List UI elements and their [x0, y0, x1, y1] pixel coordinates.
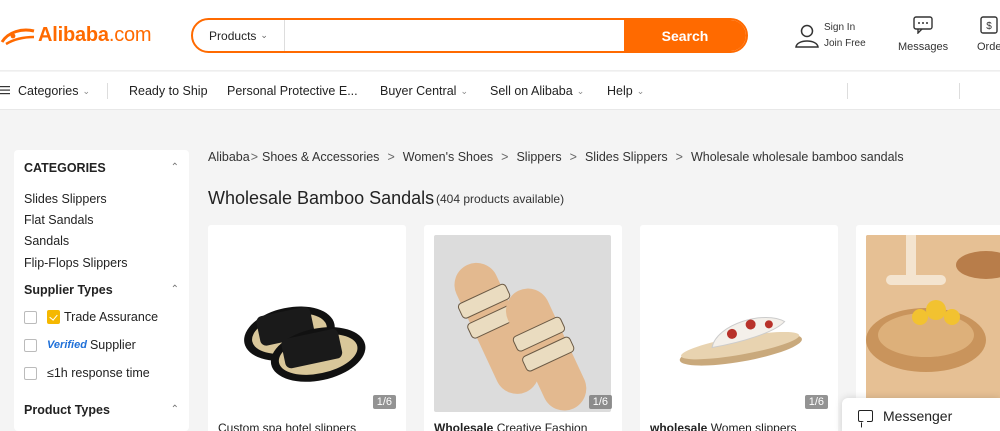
chat-icon — [858, 410, 873, 422]
join-free-label[interactable]: Join Free — [824, 36, 866, 52]
search-bar: Products ⌄ Search — [191, 18, 748, 53]
messages-label: Messages — [898, 41, 949, 53]
verified-supplier-label: Supplier — [89, 338, 136, 352]
product-title[interactable]: Custom spa hotel slippers — [218, 421, 356, 431]
breadcrumb-item[interactable]: Alibaba — [208, 150, 250, 164]
nav-categories-label: Categories — [18, 84, 79, 98]
category-sandals[interactable]: Sandals — [24, 234, 69, 248]
menu-icon — [0, 84, 10, 98]
nav-categories[interactable]: Categories ⌄ — [0, 72, 90, 110]
alibaba-logo-icon — [0, 22, 38, 48]
user-icon — [794, 22, 820, 51]
product-title[interactable]: Wholesale Creative Fashion — [434, 421, 587, 431]
messenger-label: Messenger — [883, 408, 953, 424]
breadcrumb: Alibaba > Shoes & Accessories > Women's Sh… — [208, 150, 904, 164]
chevron-down-icon: ⌄ — [636, 85, 645, 96]
product-types-heading: Product Types — [24, 403, 110, 417]
image-count-badge: 1/6 — [372, 395, 396, 409]
sign-in-link[interactable]: Sign In Join Free — [794, 20, 866, 52]
search-button[interactable]: Search — [624, 20, 746, 51]
svg-text:$: $ — [986, 21, 992, 32]
category-flat-sandals[interactable]: Flat Sandals — [24, 213, 93, 227]
search-category-select[interactable]: Products ⌄ — [193, 20, 285, 51]
filter-verified-supplier[interactable]: Verified Supplier — [24, 338, 136, 352]
nav-ppe[interactable]: Personal Protective E... — [227, 72, 358, 110]
chevron-up-icon[interactable]: ⌃ — [171, 162, 179, 173]
chevron-down-icon: ⌄ — [460, 85, 468, 96]
trade-assurance-label: Trade Assurance — [64, 310, 159, 324]
sign-in-label[interactable]: Sign In — [824, 20, 866, 36]
top-header: Alibaba.com Products ⌄ Search Sign In Joi… — [0, 0, 1000, 71]
checkbox[interactable] — [24, 338, 37, 352]
messenger-button[interactable]: Messenger — [842, 398, 1000, 431]
chevron-up-icon[interactable]: ⌃ — [171, 404, 179, 415]
product-card[interactable]: 1/6 Wholesale Creative Fashion — [424, 225, 622, 431]
orders-label: Orde — [977, 41, 1000, 53]
category-slides-slippers[interactable]: Slides Slippers — [24, 192, 107, 206]
product-count: (404 products available) — [436, 192, 565, 206]
nav-divider — [107, 83, 108, 99]
breadcrumb-item[interactable]: Slippers — [516, 150, 561, 164]
breadcrumb-item[interactable]: Slides Slippers — [585, 150, 668, 164]
product-image[interactable] — [866, 235, 1000, 412]
checkbox[interactable] — [24, 366, 37, 380]
product-image[interactable] — [218, 235, 395, 412]
orders-link[interactable]: $ Orde — [977, 16, 1000, 53]
breadcrumb-current: Wholesale wholesale bamboo sandals — [690, 150, 904, 164]
chevron-down-icon: ⌄ — [82, 85, 90, 96]
product-title[interactable]: wholesale Women slippers — [650, 421, 797, 431]
search-input[interactable] — [285, 20, 624, 51]
messages-icon — [913, 16, 933, 37]
logo-text: Alibaba.com — [38, 23, 152, 46]
chevron-down-icon: ⌄ — [260, 30, 268, 40]
image-count-badge: 1/6 — [588, 395, 612, 409]
nav-help[interactable]: Help ⌄ — [607, 72, 644, 110]
nav-ready-to-ship[interactable]: Ready to Ship — [129, 72, 208, 110]
product-card[interactable]: 1/6 Custom spa hotel slippers — [208, 225, 406, 431]
alibaba-logo[interactable]: Alibaba.com — [0, 20, 152, 50]
orders-icon: $ — [979, 16, 999, 37]
product-image[interactable] — [434, 235, 611, 412]
response-time-label: ≤1h response time — [47, 366, 150, 380]
categories-heading: CATEGORIES — [24, 161, 106, 175]
image-count-badge: 1/6 — [804, 395, 828, 409]
category-flip-flops[interactable]: Flip-Flops Slippers — [24, 256, 128, 270]
chevron-up-icon[interactable]: ⌃ — [171, 284, 179, 295]
filter-response-time[interactable]: ≤1h response time — [24, 366, 150, 380]
trade-assurance-icon — [47, 310, 60, 324]
messages-link[interactable]: Messages — [898, 16, 948, 53]
breadcrumb-item[interactable]: Shoes & Accessories — [262, 150, 379, 164]
product-image[interactable] — [650, 235, 827, 412]
category-nav: Categories ⌄ Ready to Ship Personal Prote… — [0, 72, 1000, 110]
product-card[interactable]: 1/6 wholesale Women slippers — [640, 225, 838, 431]
chevron-down-icon: ⌄ — [576, 85, 585, 96]
nav-divider — [847, 83, 848, 99]
supplier-types-heading: Supplier Types — [24, 283, 113, 297]
filter-sidebar: CATEGORIES ⌃ Slides Slippers Flat Sandal… — [14, 150, 189, 431]
page-title: Wholesale Bamboo Sandals — [208, 188, 435, 208]
verified-badge: Verified — [47, 339, 87, 351]
nav-divider — [959, 83, 960, 99]
checkbox[interactable] — [24, 310, 37, 324]
nav-buyer-central[interactable]: Buyer Central ⌄ — [380, 72, 468, 110]
nav-sell-on-alibaba[interactable]: Sell on Alibaba ⌄ — [490, 72, 584, 110]
breadcrumb-item[interactable]: Women's Shoes — [403, 150, 493, 164]
filter-trade-assurance[interactable]: Trade Assurance — [24, 310, 158, 324]
